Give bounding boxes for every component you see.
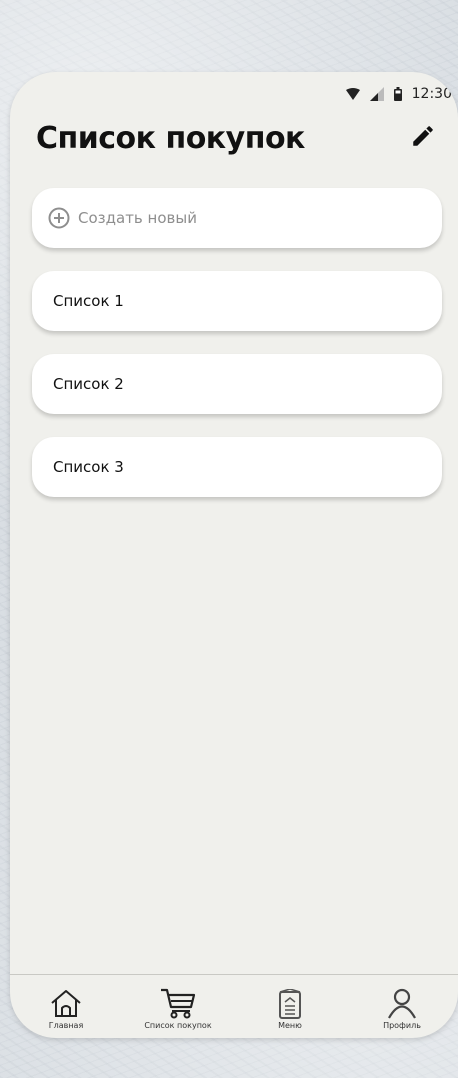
nav-item-shopping-list[interactable]: Список покупок [128,983,228,1030]
list-item[interactable]: Список 1 [32,271,442,331]
list-item[interactable]: Список 3 [32,437,442,497]
profile-icon [386,983,418,1019]
status-time: 12:30 [411,86,452,102]
list-item-label: Список 2 [53,375,124,393]
nav-label: Меню [278,1021,302,1030]
create-new-list-button[interactable]: Создать новый [32,188,442,248]
menu-book-icon [277,983,303,1019]
page-title: Список покупок [36,120,305,156]
wifi-icon [345,88,360,100]
home-icon [49,983,83,1019]
nav-item-home[interactable]: Главная [16,983,116,1030]
status-bar: 12:30 [345,84,452,104]
signal-icon [369,87,384,101]
pencil-icon [410,123,436,153]
nav-label: Главная [48,1021,84,1030]
battery-icon [393,87,402,101]
edit-button[interactable] [408,123,438,153]
nav-item-menu[interactable]: Меню [240,983,340,1030]
bottom-nav: Главная Список покупок Меню Профиль [10,974,458,1038]
list-item-label: Список 1 [53,292,124,310]
nav-item-profile[interactable]: Профиль [352,983,452,1030]
header: Список покупок [36,118,438,158]
list-item-label: Список 3 [53,458,124,476]
list-item[interactable]: Список 2 [32,354,442,414]
phone-screen: 12:30 Список покупок Создать новый Списо… [10,72,458,1038]
nav-label: Список покупок [144,1021,212,1030]
create-new-label: Создать новый [78,209,197,227]
cart-icon [159,983,197,1019]
plus-circle-icon [48,207,70,229]
shopping-lists: Создать новый Список 1 Список 2 Список 3 [32,188,442,520]
nav-label: Профиль [383,1021,421,1030]
